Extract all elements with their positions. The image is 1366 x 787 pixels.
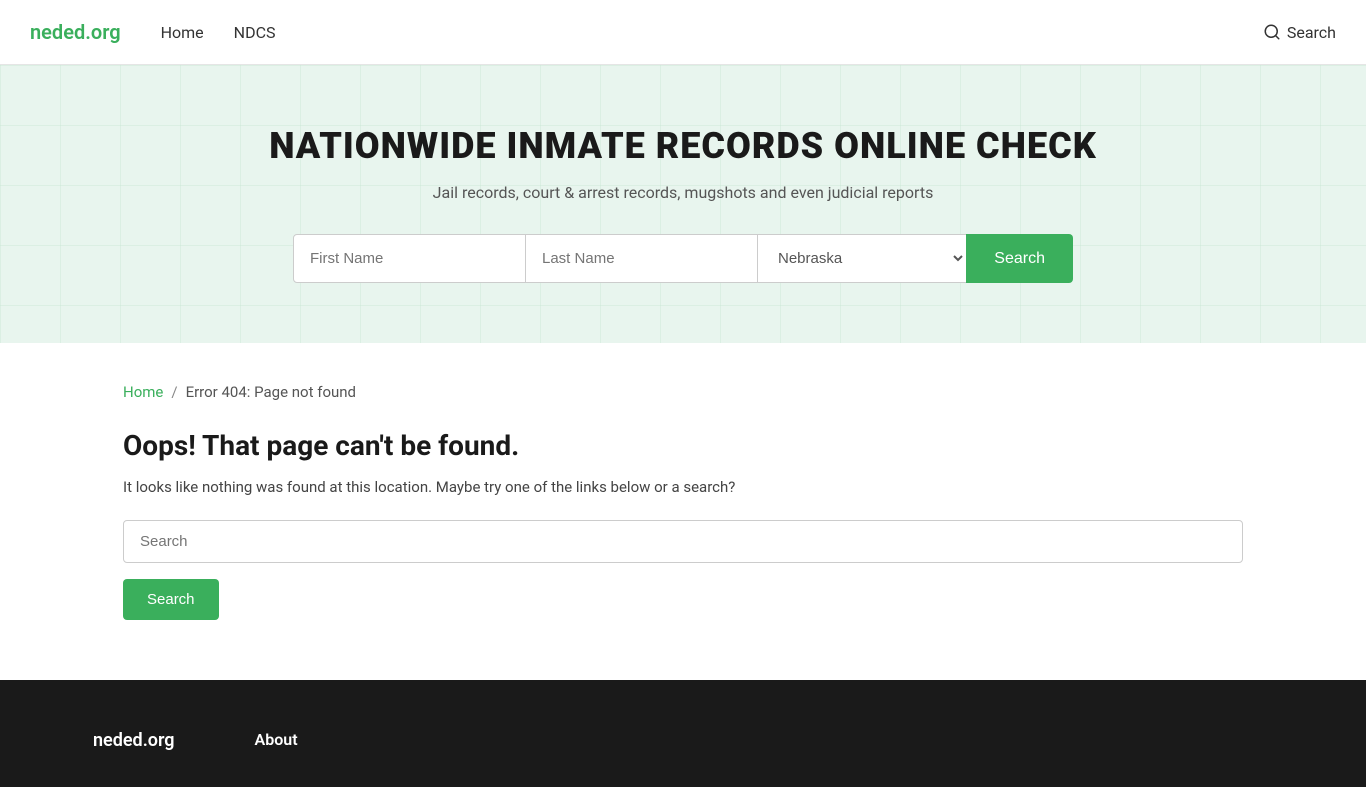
main-nav: Home NDCS xyxy=(161,23,1263,42)
last-name-input[interactable] xyxy=(526,234,758,283)
nav-ndcs[interactable]: NDCS xyxy=(234,23,276,42)
site-footer: neded.org About xyxy=(0,680,1366,787)
footer-logo-col: neded.org xyxy=(93,730,175,757)
breadcrumb-home[interactable]: Home xyxy=(123,383,163,401)
hero-subtitle: Jail records, court & arrest records, mu… xyxy=(20,183,1346,202)
page-search-button[interactable]: Search xyxy=(123,579,219,620)
main-content: Home / Error 404: Page not found Oops! T… xyxy=(93,343,1273,680)
error-message: It looks like nothing was found at this … xyxy=(123,478,1243,496)
footer-about-col: About xyxy=(255,730,298,757)
error-heading: Oops! That page can't be found. xyxy=(123,429,1243,462)
footer-inner: neded.org About xyxy=(93,730,1273,757)
footer-about-title: About xyxy=(255,730,298,749)
breadcrumb-separator: / xyxy=(171,383,177,401)
state-select[interactable]: AlabamaAlaskaArizonaArkansasCaliforniaCo… xyxy=(758,234,967,283)
hero-section: NATIONWIDE INMATE RECORDS ONLINE CHECK J… xyxy=(0,65,1366,343)
hero-title: NATIONWIDE INMATE RECORDS ONLINE CHECK xyxy=(20,125,1346,167)
site-header: neded.org Home NDCS Search xyxy=(0,0,1366,65)
header-search-label: Search xyxy=(1287,23,1336,42)
site-logo[interactable]: neded.org xyxy=(30,20,121,44)
hero-search-button[interactable]: Search xyxy=(966,234,1073,283)
hero-search-form: AlabamaAlaskaArizonaArkansasCaliforniaCo… xyxy=(293,234,1073,283)
breadcrumb-current: Error 404: Page not found xyxy=(186,383,356,401)
nav-home[interactable]: Home xyxy=(161,23,204,42)
footer-logo: neded.org xyxy=(93,730,175,751)
breadcrumb: Home / Error 404: Page not found xyxy=(123,383,1243,401)
header-search-button[interactable]: Search xyxy=(1263,23,1336,42)
page-search-input[interactable] xyxy=(123,520,1243,563)
search-icon xyxy=(1263,23,1281,41)
first-name-input[interactable] xyxy=(293,234,526,283)
